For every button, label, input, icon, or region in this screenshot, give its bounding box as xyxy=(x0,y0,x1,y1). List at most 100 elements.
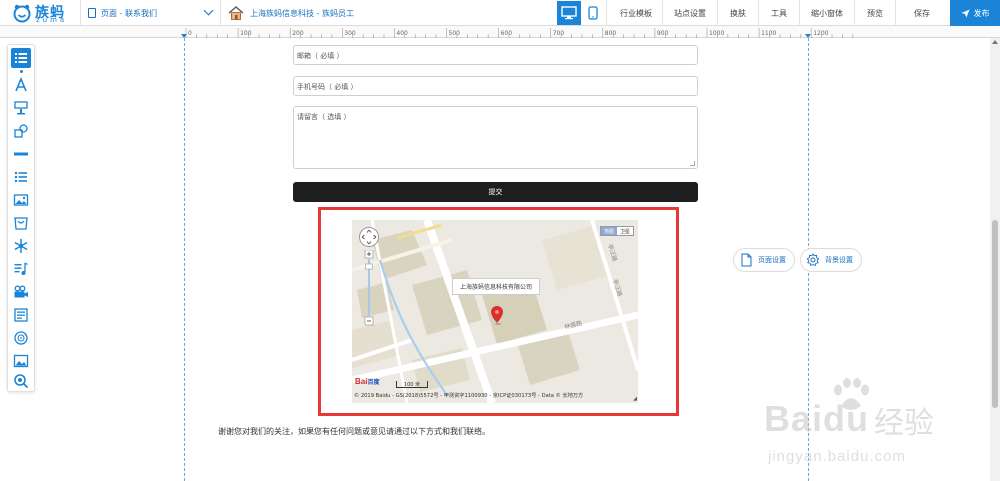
divider xyxy=(606,0,607,26)
watermark-brand: Baidu xyxy=(764,398,870,439)
ruler-label: 700 xyxy=(553,30,565,37)
ruler-label: 600 xyxy=(501,30,513,37)
page-selector[interactable]: 页面 - 联系我们 xyxy=(88,4,216,22)
list-icon xyxy=(15,53,27,63)
tool-bullet-list[interactable] xyxy=(11,167,31,187)
tool-image-text[interactable] xyxy=(11,98,31,118)
music-icon xyxy=(14,262,28,275)
tool-divider[interactable] xyxy=(11,144,31,164)
image-text-icon xyxy=(14,101,28,115)
ruler-label: 500 xyxy=(449,30,461,37)
tool-list[interactable] xyxy=(11,48,31,68)
tool-image[interactable] xyxy=(11,351,31,371)
desktop-view-button[interactable] xyxy=(557,1,581,25)
tool-music[interactable] xyxy=(11,259,31,279)
chevron-down-icon xyxy=(203,5,214,16)
menu-tools[interactable]: 工具 xyxy=(759,0,799,26)
ruler-label: 0 xyxy=(188,30,192,37)
tool-music-player[interactable] xyxy=(11,328,31,348)
tool-video[interactable] xyxy=(11,282,31,302)
zuma-logo-icon xyxy=(13,4,31,23)
bullet-list-icon xyxy=(14,171,27,183)
logo-subtext: zuma xyxy=(36,16,68,24)
ruler-label: 1100 xyxy=(761,30,776,37)
page-settings-label: 页面设置 xyxy=(758,256,786,264)
top-toolbar: 族蚂 zuma 页面 - 联系我们 上海族蚂信息科技 - 族蚂员工 行业模板 站… xyxy=(0,0,1000,26)
publish-button[interactable]: 发布 xyxy=(950,0,1000,26)
mobile-view-button[interactable] xyxy=(581,1,605,25)
home-icon xyxy=(228,6,244,20)
divider xyxy=(80,0,81,26)
menu-preview[interactable]: 预览 xyxy=(855,0,895,26)
submit-button[interactable]: 提交 xyxy=(293,182,698,202)
app-logo[interactable]: 族蚂 zuma xyxy=(12,2,72,24)
map-type-map[interactable]: 地图 xyxy=(600,227,617,235)
message-placeholder: 请留言（ 选填 ） xyxy=(297,113,351,121)
component-palette xyxy=(7,44,35,392)
map-expand-icon[interactable]: ◢ xyxy=(633,396,637,402)
ruler-label: 100 xyxy=(240,30,252,37)
menu-save[interactable]: 保存 xyxy=(896,0,948,26)
menu-industry-templates[interactable]: 行业模板 xyxy=(610,0,662,26)
canvas-guide-left[interactable] xyxy=(184,38,185,481)
scrollbar-thumb[interactable] xyxy=(992,220,998,408)
map-scale: 100 米 xyxy=(396,381,428,388)
tool-snowflake[interactable] xyxy=(11,236,31,256)
image-icon xyxy=(13,354,29,368)
breadcrumb-label: 上海族蚂信息科技 - 族蚂员工 xyxy=(250,8,354,18)
ruler-label: 300 xyxy=(344,30,356,37)
map-zoom-slider[interactable] xyxy=(364,250,374,326)
horizontal-ruler: 0 100 200 300 400 500 600 700 800 900 1000 1100 1200 xyxy=(0,26,1000,38)
contact-note: 谢谢您对我们的关注，如果您有任何问题或意见请通过以下方式和我们联络。 xyxy=(218,427,490,436)
tool-product[interactable] xyxy=(11,213,31,233)
baidu-logo-du: 百度 xyxy=(367,380,380,386)
article-icon xyxy=(14,308,28,322)
scroll-up-arrow-icon[interactable] xyxy=(992,40,998,44)
map-tiles xyxy=(352,220,638,403)
menu-change-skin[interactable]: 换肤 xyxy=(718,0,758,26)
gear-icon xyxy=(806,253,820,267)
tool-article[interactable] xyxy=(11,305,31,325)
ruler-label: 800 xyxy=(605,30,617,37)
page-selector-label: 页面 - 联系我们 xyxy=(101,8,157,18)
paw-icon xyxy=(834,378,869,410)
active-indicator xyxy=(20,70,23,73)
text-icon xyxy=(15,77,27,92)
resize-handle-icon[interactable] xyxy=(690,161,695,166)
breadcrumb[interactable]: 上海族蚂信息科技 - 族蚂员工 xyxy=(228,4,354,22)
ruler-label: 400 xyxy=(396,30,408,37)
divider xyxy=(220,0,221,26)
tool-search-settings[interactable] xyxy=(11,371,31,391)
snowflake-icon xyxy=(14,239,28,253)
baidu-map-logo[interactable]: Bai百度 xyxy=(355,377,379,386)
tool-gallery[interactable] xyxy=(11,190,31,210)
ruler-label: 1000 xyxy=(709,30,724,37)
background-settings-button[interactable]: 背景设置 xyxy=(800,248,862,272)
baidu-jingyan-watermark: Baidu 经验 jingyan.baidu.com xyxy=(758,368,968,476)
map-type-satellite[interactable]: 卫星 xyxy=(617,227,633,235)
map-type-switch: 地图 卫星 xyxy=(599,226,634,236)
map-copyright: © 2019 Baidu - GS(2018)5572号 - 甲测资字11009… xyxy=(354,393,584,399)
page-icon xyxy=(741,253,752,267)
shapes-icon xyxy=(14,124,28,138)
map-company-label[interactable]: 上海族蚂信息科技有限公司 xyxy=(452,278,541,295)
tool-shapes[interactable] xyxy=(11,121,31,141)
product-icon xyxy=(14,217,28,230)
ruler-label: 900 xyxy=(657,30,669,37)
page-settings-button[interactable]: 页面设置 xyxy=(733,248,795,272)
map-pan-control[interactable] xyxy=(359,227,379,247)
pan-arrows-icon xyxy=(361,229,377,245)
search-settings-icon xyxy=(14,374,29,389)
background-settings-label: 背景设置 xyxy=(825,256,853,264)
menu-shrink-window[interactable]: 缩小窗体 xyxy=(800,0,854,26)
page-icon xyxy=(88,8,96,18)
phone-field[interactable]: 手机号码（ 必填 ） xyxy=(293,76,698,96)
email-field[interactable]: 邮箱（ 必填 ） xyxy=(293,45,698,65)
ruler-ticks: 0 100 200 300 400 500 600 700 800 900 1000 1100 1200 xyxy=(181,28,854,38)
message-textarea[interactable]: 请留言（ 选填 ） xyxy=(293,106,698,169)
tool-text[interactable] xyxy=(11,75,31,95)
music-player-icon xyxy=(14,331,28,345)
gallery-icon xyxy=(13,194,29,206)
baidu-map[interactable]: 上海族蚂信息科技有限公司 林盛路 亭汪路 亭汪路 地图 卫星 Bai百度 100… xyxy=(352,220,638,403)
menu-site-settings[interactable]: 站点设置 xyxy=(663,0,717,26)
